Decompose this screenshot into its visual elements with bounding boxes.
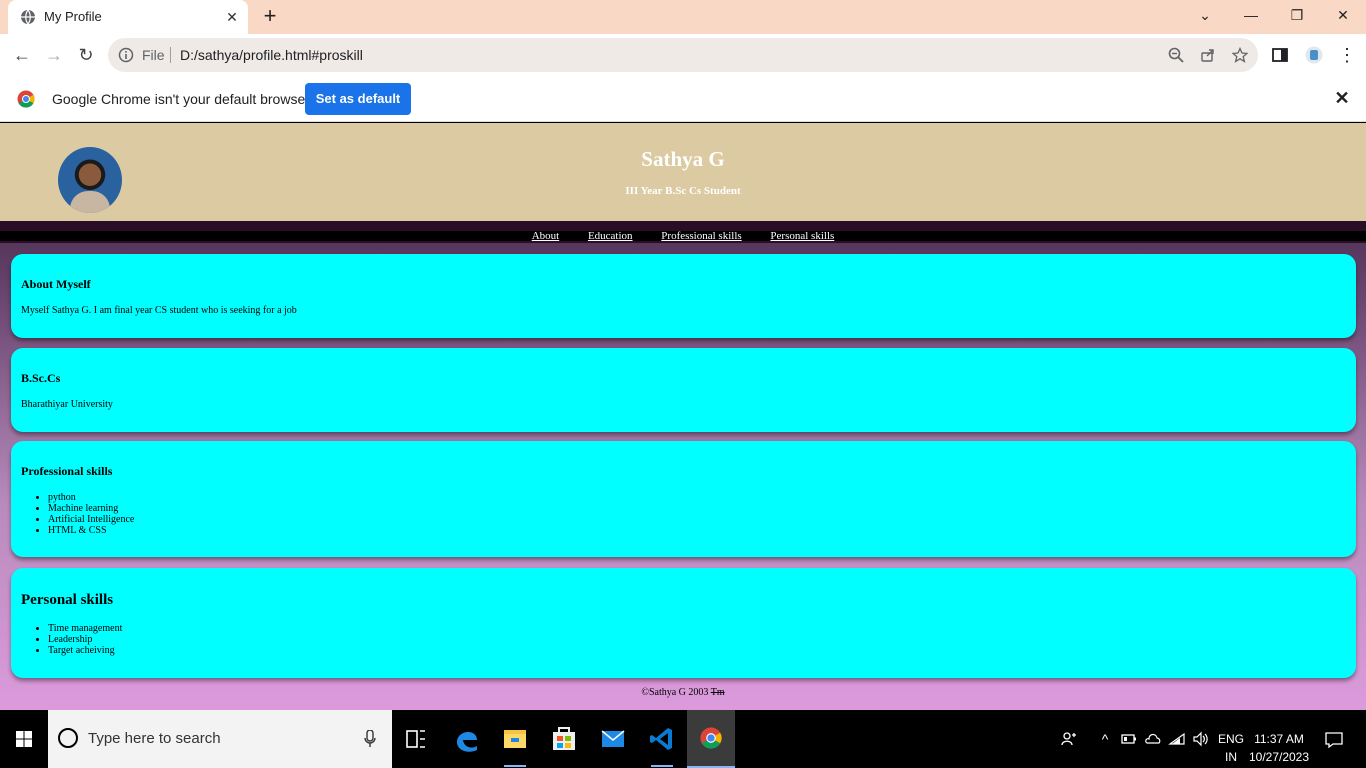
nav-link-personal-skills[interactable]: Personal skills <box>770 230 834 242</box>
minimize-button[interactable]: — <box>1228 0 1274 30</box>
zoom-icon[interactable] <box>1168 47 1184 63</box>
footer-tm: Tm <box>710 687 725 698</box>
windows-taskbar: Type here to search ^ ENG IN 11:37 AM 10… <box>0 710 1366 768</box>
region-code: IN <box>1225 750 1237 764</box>
clock-time: 11:37 AM <box>1254 732 1304 746</box>
nav-links: About Education Professional skills Pers… <box>0 230 1366 242</box>
vscode-icon[interactable] <box>638 710 686 768</box>
side-panel-icon[interactable] <box>1271 46 1289 64</box>
onedrive-icon[interactable] <box>1144 730 1162 748</box>
clock-date: 10/27/2023 <box>1248 750 1310 764</box>
education-heading: B.Sc.Cs <box>21 371 61 385</box>
wifi-icon[interactable] <box>1168 730 1186 748</box>
personal-skills-heading: Personal skills <box>21 592 114 608</box>
list-item: Machine learning <box>48 503 134 514</box>
share-icon[interactable] <box>1200 47 1216 63</box>
chrome-taskbar-icon[interactable] <box>687 710 735 768</box>
chevron-up-icon[interactable]: ^ <box>1096 730 1114 748</box>
url-text[interactable]: D:/sathya/profile.html#proskill <box>180 47 363 63</box>
reload-button[interactable]: ↻ <box>73 42 99 68</box>
about-heading: About Myself <box>21 277 91 291</box>
profile-header: Sathya G III Year B.Sc Cs Student <box>0 123 1366 221</box>
battery-icon[interactable] <box>1120 730 1138 748</box>
close-tab-icon[interactable]: ✕ <box>224 9 240 25</box>
professional-skills-heading: Professional skills <box>21 464 113 478</box>
url-scheme-label: File <box>142 47 165 63</box>
notifications-icon[interactable] <box>1324 730 1344 750</box>
infobar-message: Google Chrome isn't your default browser <box>52 91 310 107</box>
cortana-circle-icon <box>58 728 78 748</box>
mail-icon[interactable] <box>589 710 637 768</box>
url-divider <box>170 47 171 63</box>
page-footer: ©Sathya G 2003 Tm <box>0 687 1366 698</box>
nav-link-education[interactable]: Education <box>588 230 633 242</box>
taskbar-search-placeholder: Type here to search <box>88 730 221 747</box>
bookmark-star-icon[interactable] <box>1232 47 1248 63</box>
nav-link-professional-skills[interactable]: Professional skills <box>661 230 741 242</box>
new-tab-button[interactable]: + <box>258 5 282 29</box>
list-item: HTML & CSS <box>48 525 134 536</box>
restore-button[interactable]: ❐ <box>1274 0 1320 30</box>
volume-icon[interactable] <box>1192 730 1210 748</box>
browser-toolbar: ← → ↻ File D:/sathya/profile.html#proski… <box>0 34 1366 76</box>
address-bar[interactable]: File D:/sathya/profile.html#proskill <box>108 38 1258 72</box>
tab-strip: My Profile ✕ + ⌄ — ❐ ✕ <box>0 0 1366 34</box>
people-icon[interactable] <box>1060 730 1078 748</box>
profile-name: Sathya G <box>641 147 725 171</box>
tab-search-icon[interactable]: ⌄ <box>1182 0 1228 30</box>
close-infobar-icon[interactable]: ✕ <box>1333 89 1351 107</box>
about-text: Myself Sathya G. I am final year CS stud… <box>21 305 297 316</box>
taskbar-search-box[interactable]: Type here to search <box>48 710 392 768</box>
footer-copyright: ©Sathya G 2003 <box>641 687 709 698</box>
windows-start-icon[interactable] <box>0 710 48 768</box>
tab-title: My Profile <box>44 9 102 24</box>
professional-skills-list: python Machine learning Artificial Intel… <box>48 492 134 536</box>
education-text: Bharathiyar University <box>21 399 113 410</box>
default-browser-infobar: Google Chrome isn't your default browser… <box>0 76 1366 122</box>
list-item: Time management <box>48 623 122 634</box>
microsoft-store-icon[interactable] <box>540 710 588 768</box>
language-indicator[interactable]: ENG IN <box>1216 730 1246 766</box>
forward-button[interactable]: → <box>41 42 67 68</box>
lang-code: ENG <box>1217 732 1244 746</box>
list-item: python <box>48 492 134 503</box>
menu-icon[interactable]: ⋮ <box>1338 46 1356 64</box>
system-clock[interactable]: 11:37 AM 10/27/2023 <box>1248 730 1310 766</box>
personal-skills-list: Time management Leadership Target acheiv… <box>48 623 122 656</box>
tab-my-profile[interactable]: My Profile ✕ <box>8 0 248 34</box>
list-item: Leadership <box>48 634 122 645</box>
edge-icon[interactable] <box>443 710 491 768</box>
personal-skills-card: Personal skills Time management Leadersh… <box>11 568 1356 678</box>
globe-icon <box>21 9 35 25</box>
profile-page: Sathya G III Year B.Sc Cs Student About … <box>0 123 1366 710</box>
task-view-icon[interactable] <box>392 710 440 768</box>
profile-subtitle: III Year B.Sc Cs Student <box>625 185 741 197</box>
list-item: Artificial Intelligence <box>48 514 134 525</box>
chrome-logo-icon <box>17 90 35 108</box>
nav-link-about[interactable]: About <box>532 230 560 242</box>
set-as-default-button[interactable]: Set as default <box>305 83 411 115</box>
microphone-icon[interactable] <box>364 730 376 748</box>
education-card: B.Sc.Cs Bharathiyar University <box>11 348 1356 432</box>
about-card: About Myself Myself Sathya G. I am final… <box>11 254 1356 338</box>
profile-avatar-icon[interactable] <box>1305 46 1323 64</box>
professional-skills-card: Professional skills python Machine learn… <box>11 441 1356 557</box>
close-window-button[interactable]: ✕ <box>1320 0 1366 30</box>
back-button[interactable]: ← <box>9 42 35 68</box>
list-item: Target acheiving <box>48 645 122 656</box>
info-icon[interactable] <box>118 47 134 63</box>
file-explorer-icon[interactable] <box>491 710 539 768</box>
